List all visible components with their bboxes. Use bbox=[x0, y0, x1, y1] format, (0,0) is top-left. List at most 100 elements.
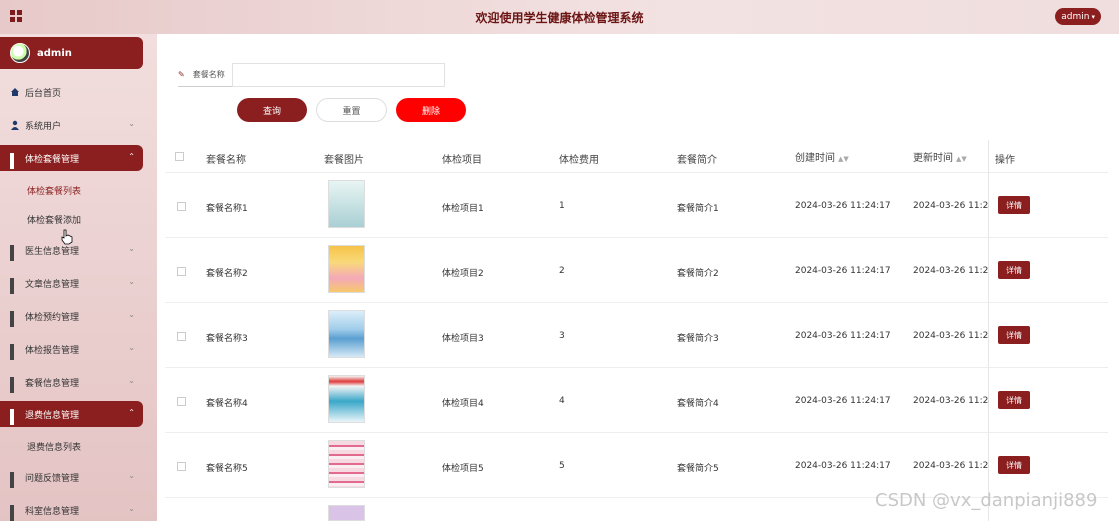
sidebar-item-label: 体检报告管理 bbox=[25, 345, 80, 356]
sidebar-item-label: 医生信息管理 bbox=[25, 246, 80, 257]
cell-created: 2024-03-26 11:24:17 bbox=[795, 201, 891, 211]
reset-button[interactable]: 重置 bbox=[316, 98, 387, 122]
cell-intro: 套餐简介4 bbox=[677, 399, 719, 409]
user-menu-label: admin bbox=[1061, 11, 1090, 22]
sidebar-item-label: 体检预约管理 bbox=[25, 312, 80, 323]
sort-icon[interactable]: ▲▼ bbox=[838, 155, 849, 163]
sort-icon[interactable]: ▲▼ bbox=[956, 155, 967, 163]
chevron-down-icon: ⌄ bbox=[128, 119, 135, 128]
sidebar-item-system-users[interactable]: 系统用户 ⌄ bbox=[0, 112, 143, 138]
grid-icon bbox=[10, 245, 20, 261]
cell-fee: 4 bbox=[559, 396, 565, 406]
search-label-text: 套餐名称 bbox=[192, 70, 225, 79]
chevron-down-icon: ⌄ bbox=[128, 343, 135, 352]
sidebar-item-label: 科室信息管理 bbox=[25, 506, 80, 517]
sidebar-username: admin bbox=[37, 47, 72, 59]
th-created[interactable]: 创建时间 ▲▼ bbox=[795, 149, 849, 164]
cell-item: 体检项目3 bbox=[442, 334, 484, 344]
row-checkbox[interactable] bbox=[177, 397, 186, 406]
chevron-down-icon: ▾ bbox=[1091, 12, 1095, 21]
home-icon bbox=[10, 87, 20, 97]
detail-button[interactable]: 详情 bbox=[998, 456, 1030, 474]
th-actions: 操作 bbox=[995, 155, 1015, 166]
cell-fee: 5 bbox=[559, 461, 565, 471]
chevron-down-icon: ⌄ bbox=[128, 504, 135, 513]
sidebar-item-department[interactable]: 科室信息管理 ⌄ bbox=[0, 497, 143, 521]
sidebar-item-appointment[interactable]: 体检预约管理 ⌄ bbox=[0, 303, 143, 329]
grid-icon bbox=[10, 278, 20, 294]
table-row: 套餐名称2 体检项目2 2 套餐简介2 2024-03-26 11:24:17 … bbox=[165, 238, 1108, 303]
user-icon bbox=[10, 120, 20, 130]
cell-created: 2024-03-26 11:24:17 bbox=[795, 266, 891, 276]
cell-item: 体检项目4 bbox=[442, 399, 484, 409]
row-checkbox[interactable] bbox=[177, 332, 186, 341]
detail-button[interactable]: 详情 bbox=[998, 261, 1030, 279]
cell-created: 2024-03-26 11:24:17 bbox=[795, 331, 891, 341]
detail-button[interactable]: 详情 bbox=[998, 326, 1030, 344]
chevron-up-icon: ⌃ bbox=[128, 408, 135, 417]
grid-icon bbox=[10, 472, 20, 488]
cell-name: 套餐名称3 bbox=[206, 334, 248, 344]
chevron-down-icon: ⌄ bbox=[128, 376, 135, 385]
th-image: 套餐图片 bbox=[324, 155, 364, 166]
cell-fee: 3 bbox=[559, 331, 565, 341]
query-button[interactable]: 查询 bbox=[237, 98, 307, 122]
row-checkbox[interactable] bbox=[177, 462, 186, 471]
sidebar-item-label: 体检套餐管理 bbox=[25, 154, 80, 165]
sidebar-item-report[interactable]: 体检报告管理 ⌄ bbox=[0, 336, 143, 362]
sidebar-item-article[interactable]: 文章信息管理 ⌄ bbox=[0, 270, 143, 296]
cell-item: 体检项目2 bbox=[442, 269, 484, 279]
sidebar-item-label: 问题反馈管理 bbox=[25, 473, 80, 484]
chevron-down-icon: ⌄ bbox=[128, 310, 135, 319]
chevron-down-icon: ⌄ bbox=[128, 277, 135, 286]
th-intro: 套餐简介 bbox=[677, 155, 717, 166]
row-checkbox[interactable] bbox=[177, 202, 186, 211]
cell-name: 套餐名称5 bbox=[206, 464, 248, 474]
package-image bbox=[328, 440, 365, 488]
sidebar-item-package-info[interactable]: 套餐信息管理 ⌄ bbox=[0, 369, 143, 395]
sidebar-subitem-package-list[interactable]: 体检套餐列表 bbox=[27, 184, 81, 197]
grid-icon bbox=[10, 311, 20, 327]
table-row: 套餐名称4 体检项目4 4 套餐简介4 2024-03-26 11:24:17 … bbox=[165, 368, 1108, 433]
cell-intro: 套餐简介3 bbox=[677, 334, 719, 344]
sidebar-item-home[interactable]: 后台首页 bbox=[0, 79, 143, 105]
cell-updated: 2024-03-26 11:24:1 bbox=[913, 396, 989, 406]
package-image bbox=[328, 245, 365, 293]
detail-button[interactable]: 详情 bbox=[998, 196, 1030, 214]
watermark: CSDN @vx_danpianji889 bbox=[875, 490, 1098, 511]
grid-icon bbox=[10, 377, 20, 393]
select-all-checkbox[interactable] bbox=[175, 152, 184, 161]
user-menu-button[interactable]: admin ▾ bbox=[1055, 8, 1101, 25]
sidebar-item-refund[interactable]: 退费信息管理 ⌃ bbox=[0, 401, 143, 427]
cell-name: 套餐名称4 bbox=[206, 399, 248, 409]
sidebar-item-package-management[interactable]: 体检套餐管理 ⌃ bbox=[0, 145, 143, 171]
cell-created: 2024-03-26 11:24:17 bbox=[795, 396, 891, 406]
app-title: 欢迎使用学生健康体检管理系统 bbox=[475, 11, 644, 25]
sidebar: admin 后台首页 系统用户 ⌄ 体检套餐管理 ⌃ 体检套餐列表 体检套餐添加… bbox=[0, 34, 157, 521]
detail-button[interactable]: 详情 bbox=[998, 391, 1030, 409]
pen-icon: ✎ bbox=[178, 70, 185, 79]
th-name: 套餐名称 bbox=[206, 155, 246, 166]
cell-updated: 2024-03-26 11:24:1 bbox=[913, 461, 989, 471]
row-checkbox[interactable] bbox=[177, 267, 186, 276]
delete-button[interactable]: 删除 bbox=[396, 98, 466, 122]
th-updated[interactable]: 更新时间 ▲▼ bbox=[913, 149, 967, 164]
cell-updated: 2024-03-26 11:24:1 bbox=[913, 201, 989, 211]
package-image bbox=[328, 375, 365, 423]
sidebar-subitem-package-add[interactable]: 体检套餐添加 bbox=[27, 213, 81, 226]
avatar bbox=[10, 43, 30, 63]
cell-name: 套餐名称2 bbox=[206, 269, 248, 279]
cell-created: 2024-03-26 11:24:17 bbox=[795, 461, 891, 471]
cell-name: 套餐名称1 bbox=[206, 204, 248, 214]
sidebar-subitem-refund-list[interactable]: 退费信息列表 bbox=[27, 440, 81, 453]
package-image bbox=[328, 310, 365, 358]
cell-updated: 2024-03-26 11:28:0 bbox=[913, 266, 989, 276]
search-label: ✎ 套餐名称 bbox=[178, 63, 232, 87]
cell-updated: 2024-03-26 11:24:1 bbox=[913, 331, 989, 341]
cell-item: 体检项目1 bbox=[442, 204, 484, 214]
table-row: 套餐名称3 体检项目3 3 套餐简介3 2024-03-26 11:24:17 … bbox=[165, 303, 1108, 368]
sidebar-item-feedback[interactable]: 问题反馈管理 ⌄ bbox=[0, 464, 143, 490]
table-row: 套餐名称1 体检项目1 1 套餐简介1 2024-03-26 11:24:17 … bbox=[165, 173, 1108, 238]
search-input[interactable] bbox=[232, 63, 445, 87]
cell-item: 体检项目5 bbox=[442, 464, 484, 474]
